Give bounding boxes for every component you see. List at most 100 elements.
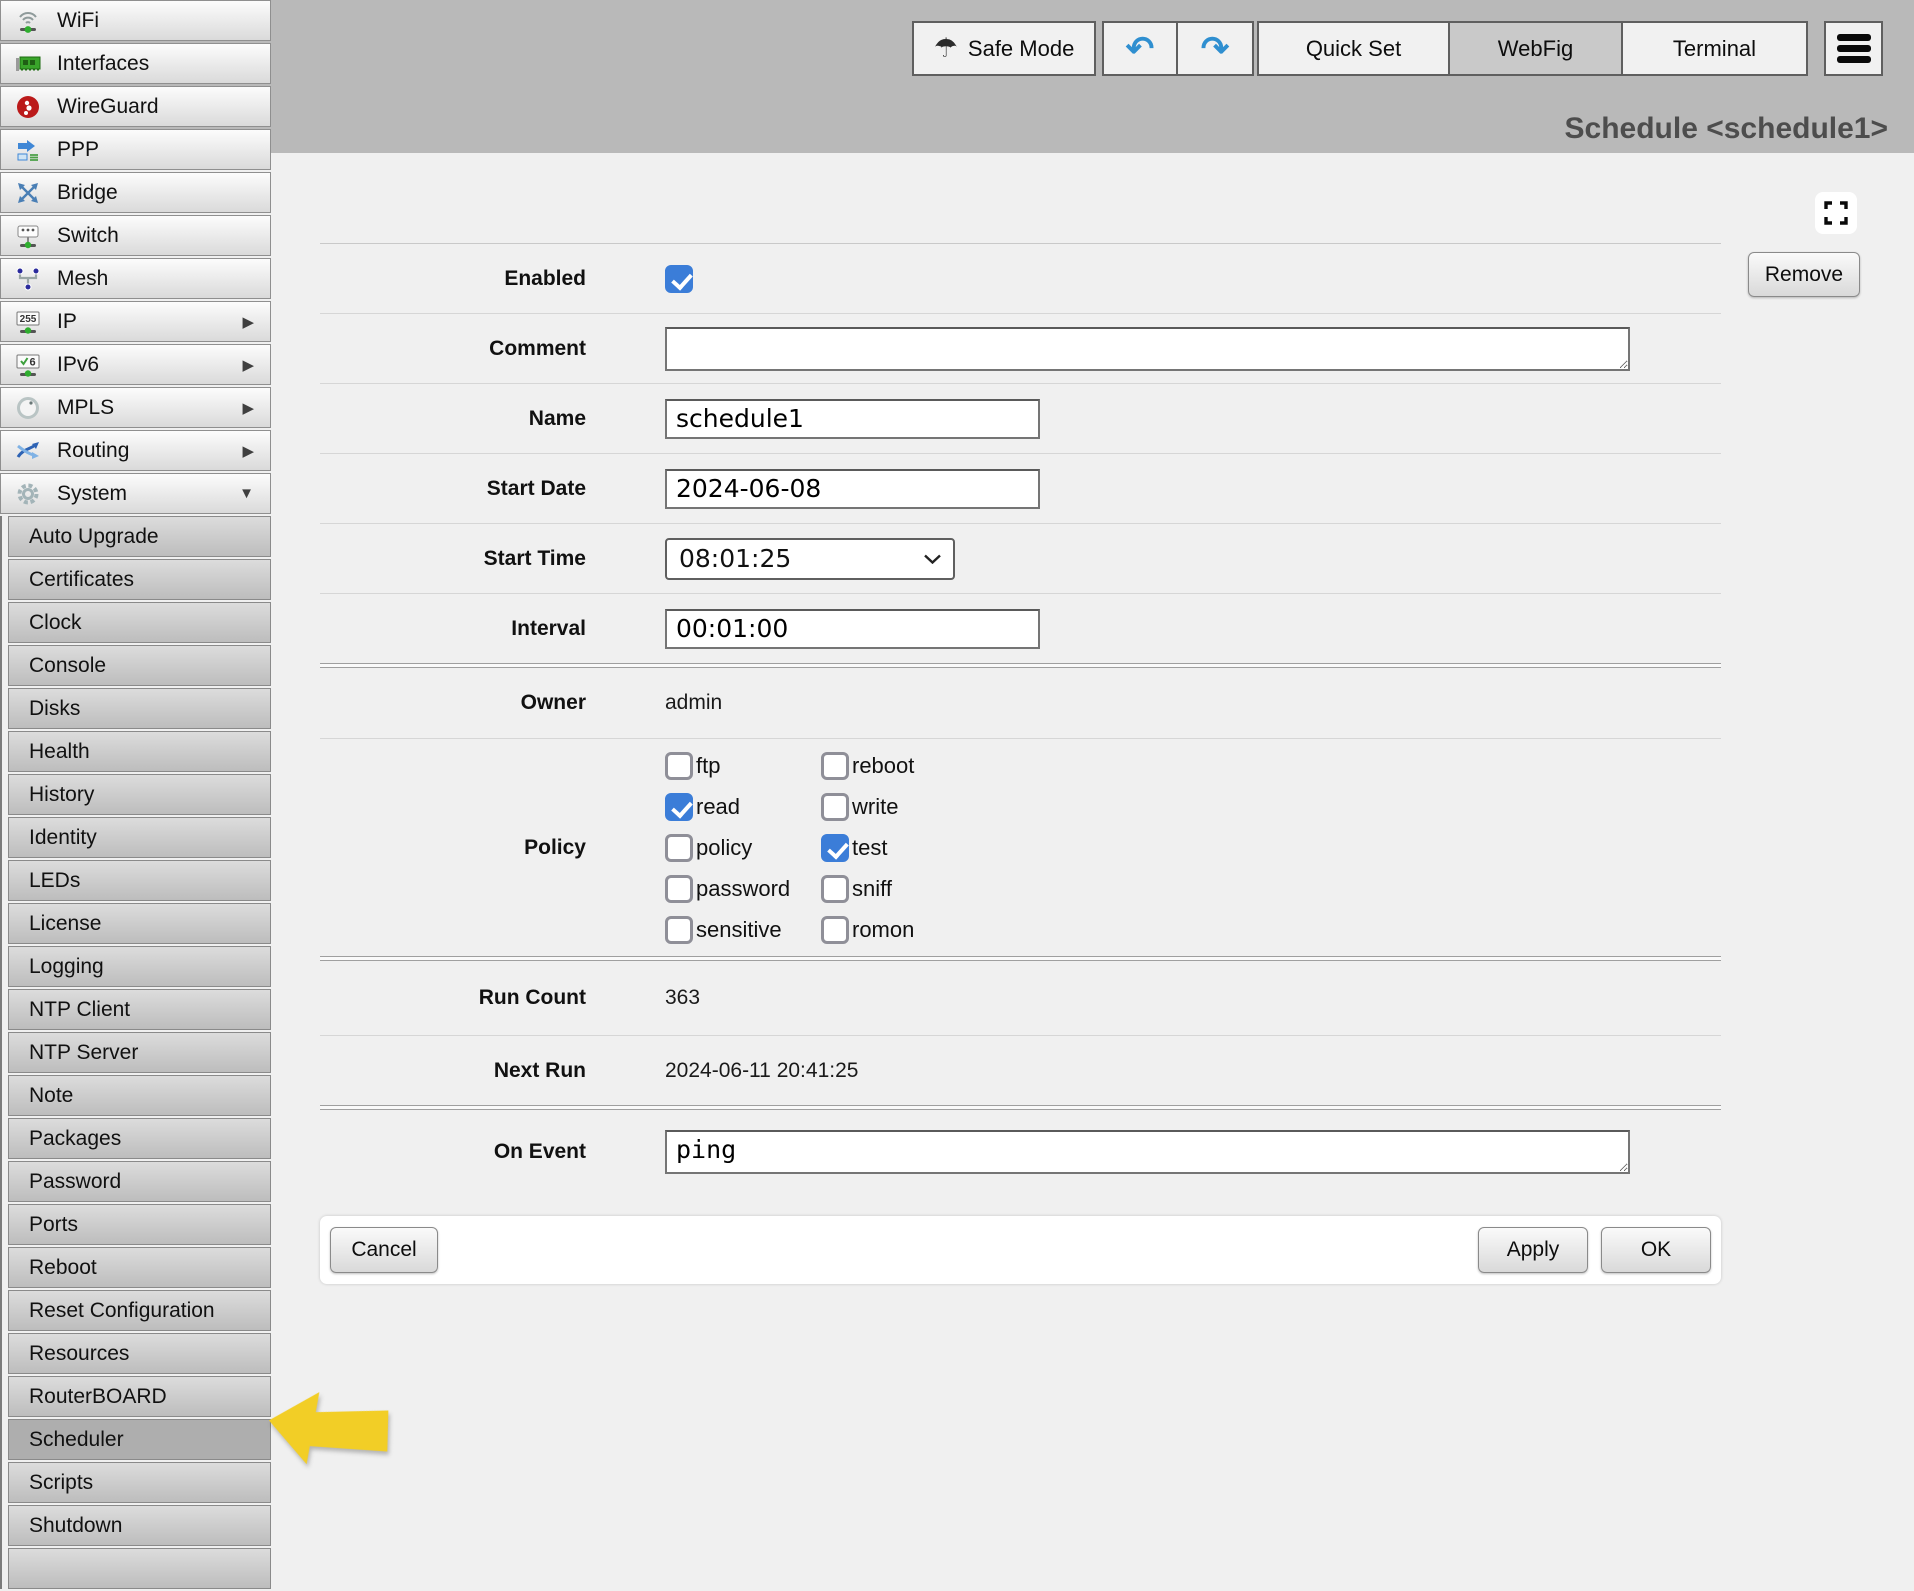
sidebar-item[interactable]: PPP [0, 129, 271, 170]
policy-row: Policy ftp read [320, 738, 1721, 956]
sidebar-item-label: PPP [57, 138, 99, 162]
tab-quick-set[interactable]: Quick Set [1257, 21, 1450, 76]
sidebar-subitem-label: Ports [29, 1213, 78, 1237]
sidebar-subitem-label: Scheduler [29, 1428, 124, 1452]
sidebar-item[interactable]: Routing ▶ [0, 430, 271, 471]
policy-option-label: test [852, 835, 887, 861]
enabled-checkbox[interactable] [665, 265, 693, 293]
policy-option-label: sensitive [696, 917, 782, 943]
policy-option-label: sniff [852, 876, 892, 902]
sidebar-subitem[interactable]: Logging [8, 946, 271, 987]
sidebar-subitem[interactable]: LEDs [8, 860, 271, 901]
owner-value: admin [665, 691, 722, 715]
sidebar-subitem[interactable]: NTP Client [8, 989, 271, 1030]
sidebar-subitem[interactable]: Health [8, 731, 271, 772]
sidebar-item[interactable]: Interfaces [0, 43, 271, 84]
sidebar-subitem[interactable]: Certificates [8, 559, 271, 600]
policy-checkbox[interactable] [665, 752, 693, 780]
sidebar-subitem[interactable]: Reboot [8, 1247, 271, 1288]
apply-button[interactable]: Apply [1478, 1227, 1588, 1273]
sidebar-subitem[interactable]: Clock [8, 602, 271, 643]
policy-checkbox[interactable] [821, 752, 849, 780]
fullscreen-button[interactable] [1815, 192, 1857, 234]
sidebar-item[interactable]: 255 IP ▶ [0, 301, 271, 342]
sidebar-subitem[interactable]: Packages [8, 1118, 271, 1159]
sidebar-subitem[interactable]: Scripts [8, 1462, 271, 1503]
on-event-input[interactable] [665, 1130, 1630, 1174]
redo-button[interactable]: ↷ [1176, 21, 1254, 76]
menu-button[interactable] [1824, 21, 1883, 76]
sidebar-item-label: MPLS [57, 396, 114, 420]
policy-checkbox[interactable] [665, 916, 693, 944]
sidebar-subitem-label: Identity [29, 826, 97, 850]
start-time-value: 08:01:25 [679, 544, 791, 573]
policy-option: ftp [665, 752, 821, 780]
sidebar-subitem[interactable] [8, 1548, 271, 1589]
sidebar-subitem[interactable]: License [8, 903, 271, 944]
start-time-select[interactable]: 08:01:25 [665, 538, 955, 580]
sidebar-item[interactable]: 6 IPv6 ▶ [0, 344, 271, 385]
sidebar-subitem-label: Note [29, 1084, 73, 1108]
ok-button[interactable]: OK [1601, 1227, 1711, 1273]
submenu-arrow-icon: ▼ [239, 485, 254, 502]
start-date-input[interactable] [665, 469, 1040, 509]
sidebar-item[interactable]: Switch [0, 215, 271, 256]
name-row: Name [320, 383, 1721, 453]
policy-checkbox[interactable] [665, 793, 693, 821]
sidebar-subitem[interactable]: Password [8, 1161, 271, 1202]
sidebar-subitem[interactable]: Reset Configuration [8, 1290, 271, 1331]
policy-checkbox[interactable] [665, 834, 693, 862]
enabled-label: Enabled [320, 267, 586, 291]
sidebar-subitem[interactable]: Resources [8, 1333, 271, 1374]
sidebar-subitem[interactable]: Identity [8, 817, 271, 858]
cancel-button[interactable]: Cancel [330, 1227, 438, 1273]
safe-mode-button[interactable]: ☂ Safe Mode [912, 21, 1096, 76]
policy-checkbox[interactable] [821, 793, 849, 821]
sidebar-item-label: IPv6 [57, 353, 99, 377]
undo-button[interactable]: ↶ [1102, 21, 1178, 76]
sidebar-subitem[interactable]: Note [8, 1075, 271, 1116]
policy-checkbox[interactable] [665, 875, 693, 903]
submenu-arrow-icon: ▶ [242, 356, 254, 374]
sidebar-item[interactable]: WireGuard [0, 86, 271, 127]
sidebar-subitem[interactable]: Disks [8, 688, 271, 729]
sidebar-item[interactable]: Bridge [0, 172, 271, 213]
policy-checkbox[interactable] [821, 875, 849, 903]
tab-webfig[interactable]: WebFig [1448, 21, 1623, 76]
sidebar-item-label: Routing [57, 439, 129, 463]
on-event-row: On Event [320, 1110, 1721, 1194]
comment-input[interactable] [665, 327, 1630, 371]
sidebar-subitem[interactable]: RouterBOARD [8, 1376, 271, 1417]
sidebar-subitem[interactable]: Scheduler [8, 1419, 271, 1460]
policy-option: test [821, 834, 914, 862]
remove-button[interactable]: Remove [1748, 252, 1860, 297]
sidebar-item-label: WireGuard [57, 95, 159, 119]
owner-label: Owner [320, 691, 586, 715]
content-panel: Remove Enabled Comment Name Start Date S… [271, 153, 1914, 1550]
sidebar-subitem[interactable]: History [8, 774, 271, 815]
sidebar-subitem[interactable]: Console [8, 645, 271, 686]
policy-option-label: policy [696, 835, 752, 861]
sidebar-subitem[interactable]: Shutdown [8, 1505, 271, 1546]
sidebar-subitem[interactable]: Auto Upgrade [8, 516, 271, 557]
policy-checkbox[interactable] [821, 916, 849, 944]
run-count-label: Run Count [320, 986, 586, 1010]
interval-input[interactable] [665, 609, 1040, 649]
sidebar-item[interactable]: System ▼ [0, 473, 271, 514]
sidebar-item[interactable]: MPLS ▶ [0, 387, 271, 428]
sidebar-subitem-label: Disks [29, 697, 80, 721]
sidebar-subitem-label: NTP Client [29, 998, 130, 1022]
chevron-down-icon [924, 554, 941, 564]
sidebar-item[interactable]: Mesh [0, 258, 271, 299]
sidebar-subitem[interactable]: NTP Server [8, 1032, 271, 1073]
sidebar-item[interactable]: WiFi [0, 0, 271, 41]
start-date-label: Start Date [320, 477, 586, 501]
policy-option: write [821, 793, 914, 821]
sidebar-item-label: Mesh [57, 267, 108, 291]
comment-row: Comment [320, 313, 1721, 383]
tab-terminal[interactable]: Terminal [1621, 21, 1808, 76]
policy-checkbox[interactable] [821, 834, 849, 862]
ppp-icon [13, 135, 43, 165]
sidebar-subitem[interactable]: Ports [8, 1204, 271, 1245]
name-input[interactable] [665, 399, 1040, 439]
